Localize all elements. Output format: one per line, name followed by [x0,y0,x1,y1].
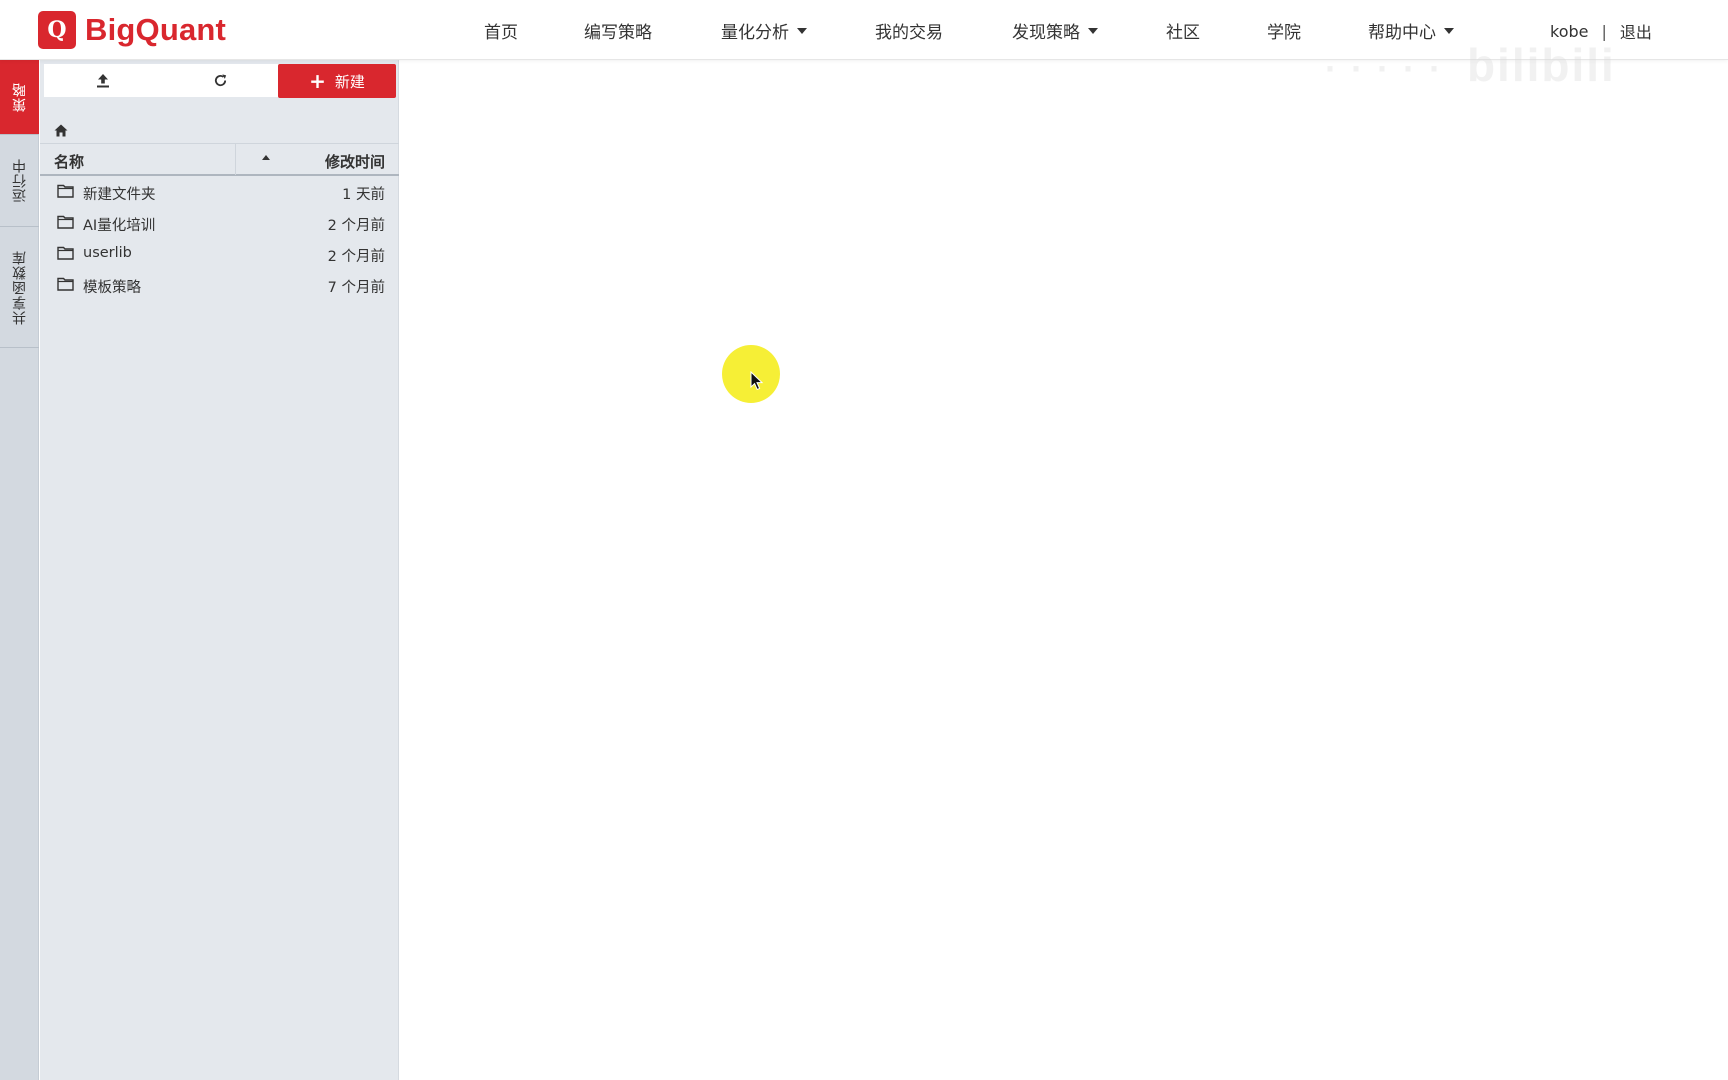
top-navbar: Q BigQuant 首页 编写策略 量化分析 我的交易 发现策略 社区 学院 … [0,0,1728,91]
file-row[interactable]: AI量化培训 2 个月前 [40,208,399,238]
file-name: 模板策略 [83,280,141,296]
brand-name: BigQuant [85,12,227,47]
tab-label: 运行中 [11,158,28,203]
folder-icon [57,184,74,198]
file-row[interactable]: 模板策略 7 个月前 [40,270,399,300]
file-table-header: 名称 修改时间 [40,143,399,176]
file-panel: + 新建 名称 修改时间 新建文件夹 1 天前 AI量化培训 2 个月前 use… [40,60,399,1080]
nav-label: 量化分析 [721,23,789,43]
nav-my-trading[interactable]: 我的交易 [875,18,943,43]
file-modified: 2 个月前 [327,218,385,234]
tab-running[interactable]: 运行中 [0,135,39,227]
mouse-pointer-icon [750,371,764,391]
chevron-down-icon [1088,27,1098,34]
nav-label: 我的交易 [875,23,943,43]
home-icon [54,124,68,137]
nav-quant-analysis[interactable]: 量化分析 [721,18,807,43]
chevron-down-icon [1444,27,1454,34]
nav-label: 学院 [1267,23,1301,43]
tab-shared-functions[interactable]: 共享函数库 [0,227,39,348]
file-modified: 2 个月前 [327,249,385,265]
upload-icon [96,74,109,88]
file-name: 新建文件夹 [83,187,156,203]
logout-link[interactable]: 退出 [1620,19,1652,43]
chevron-down-icon [797,27,807,34]
folder-icon [57,277,74,291]
nav-write-strategy[interactable]: 编写策略 [584,18,652,43]
tab-label: 策略 [11,82,28,112]
file-modified: 1 天前 [342,187,385,203]
nav-label: 编写策略 [584,23,652,43]
logo-mark: Q [38,11,76,49]
refresh-icon [214,74,226,87]
folder-icon [57,246,74,260]
column-modified-header[interactable]: 修改时间 [325,151,385,172]
tab-label: 共享函数库 [11,249,28,325]
new-button-label: 新建 [334,72,365,91]
new-button[interactable]: + 新建 [278,64,396,98]
tab-strategy[interactable]: 策略 [0,60,39,135]
sort-toggle[interactable] [235,144,295,175]
nav-community[interactable]: 社区 [1166,18,1200,43]
nav-label: 发现策略 [1012,23,1080,43]
watermark-text: bilibili [1466,39,1616,91]
nav-label: 首页 [484,23,518,43]
nav-discover-strategy[interactable]: 发现策略 [1012,18,1098,43]
nav-academy[interactable]: 学院 [1267,18,1301,43]
column-name-header[interactable]: 名称 [54,151,84,172]
main-content [400,61,1728,1080]
side-tabs: 策略 运行中 共享函数库 [0,60,39,1080]
file-name: AI量化培训 [83,218,156,234]
refresh-button[interactable] [162,64,280,97]
file-row[interactable]: 新建文件夹 1 天前 [40,177,399,207]
plus-icon: + [309,69,326,93]
sort-ascending-icon [261,155,270,160]
folder-icon [57,215,74,229]
brand-logo[interactable]: Q BigQuant [38,11,226,49]
nav-label: 社区 [1166,23,1200,43]
file-toolbar [44,64,279,97]
breadcrumb[interactable] [54,122,70,138]
file-modified: 7 个月前 [327,280,385,296]
upload-button[interactable] [44,64,162,97]
file-name: userlib [83,245,132,261]
file-row[interactable]: userlib 2 个月前 [40,239,399,269]
nav-home[interactable]: 首页 [484,18,518,43]
watermark: · · · · · bilibili [1325,39,1616,91]
